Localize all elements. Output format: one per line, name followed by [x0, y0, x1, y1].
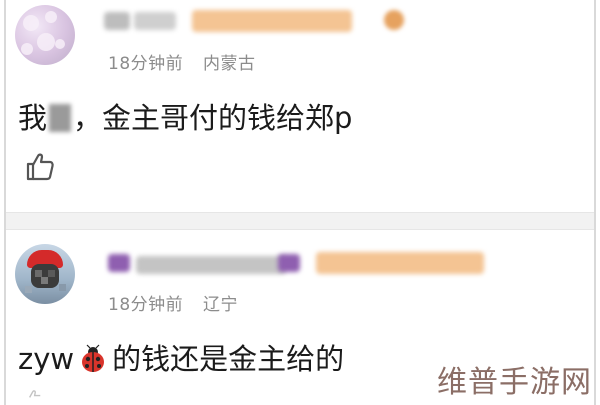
- comment-location: 内蒙古: [202, 54, 256, 74]
- comment-meta: 18分钟前 辽宁: [108, 290, 238, 315]
- frame-right-border: [594, 0, 596, 405]
- comment-text: zyw 的钱还是金主给的: [18, 342, 345, 376]
- thumbs-up-icon[interactable]: [24, 388, 44, 405]
- comment-text: 我，金主哥付的钱给郑p: [18, 101, 353, 135]
- comment-meta: 18分钟前 内蒙古: [108, 49, 255, 74]
- user-name-redacted[interactable]: [104, 250, 484, 280]
- comment-location: 辽宁: [202, 295, 238, 315]
- ladybug-icon: [82, 344, 105, 372]
- comment-time: 18分钟前: [108, 295, 184, 315]
- badge-icon: [384, 10, 404, 30]
- thumbs-up-icon[interactable]: [24, 150, 56, 182]
- avatar[interactable]: [15, 5, 75, 65]
- user-name-redacted[interactable]: [104, 8, 374, 34]
- avatar[interactable]: [15, 244, 75, 304]
- watermark: 维普手游网: [437, 365, 592, 400]
- comment-time: 18分钟前: [108, 54, 184, 74]
- comment-item: 18分钟前 内蒙古 我，金主哥付的钱给郑p: [6, 0, 594, 212]
- redacted-mask: [49, 104, 72, 132]
